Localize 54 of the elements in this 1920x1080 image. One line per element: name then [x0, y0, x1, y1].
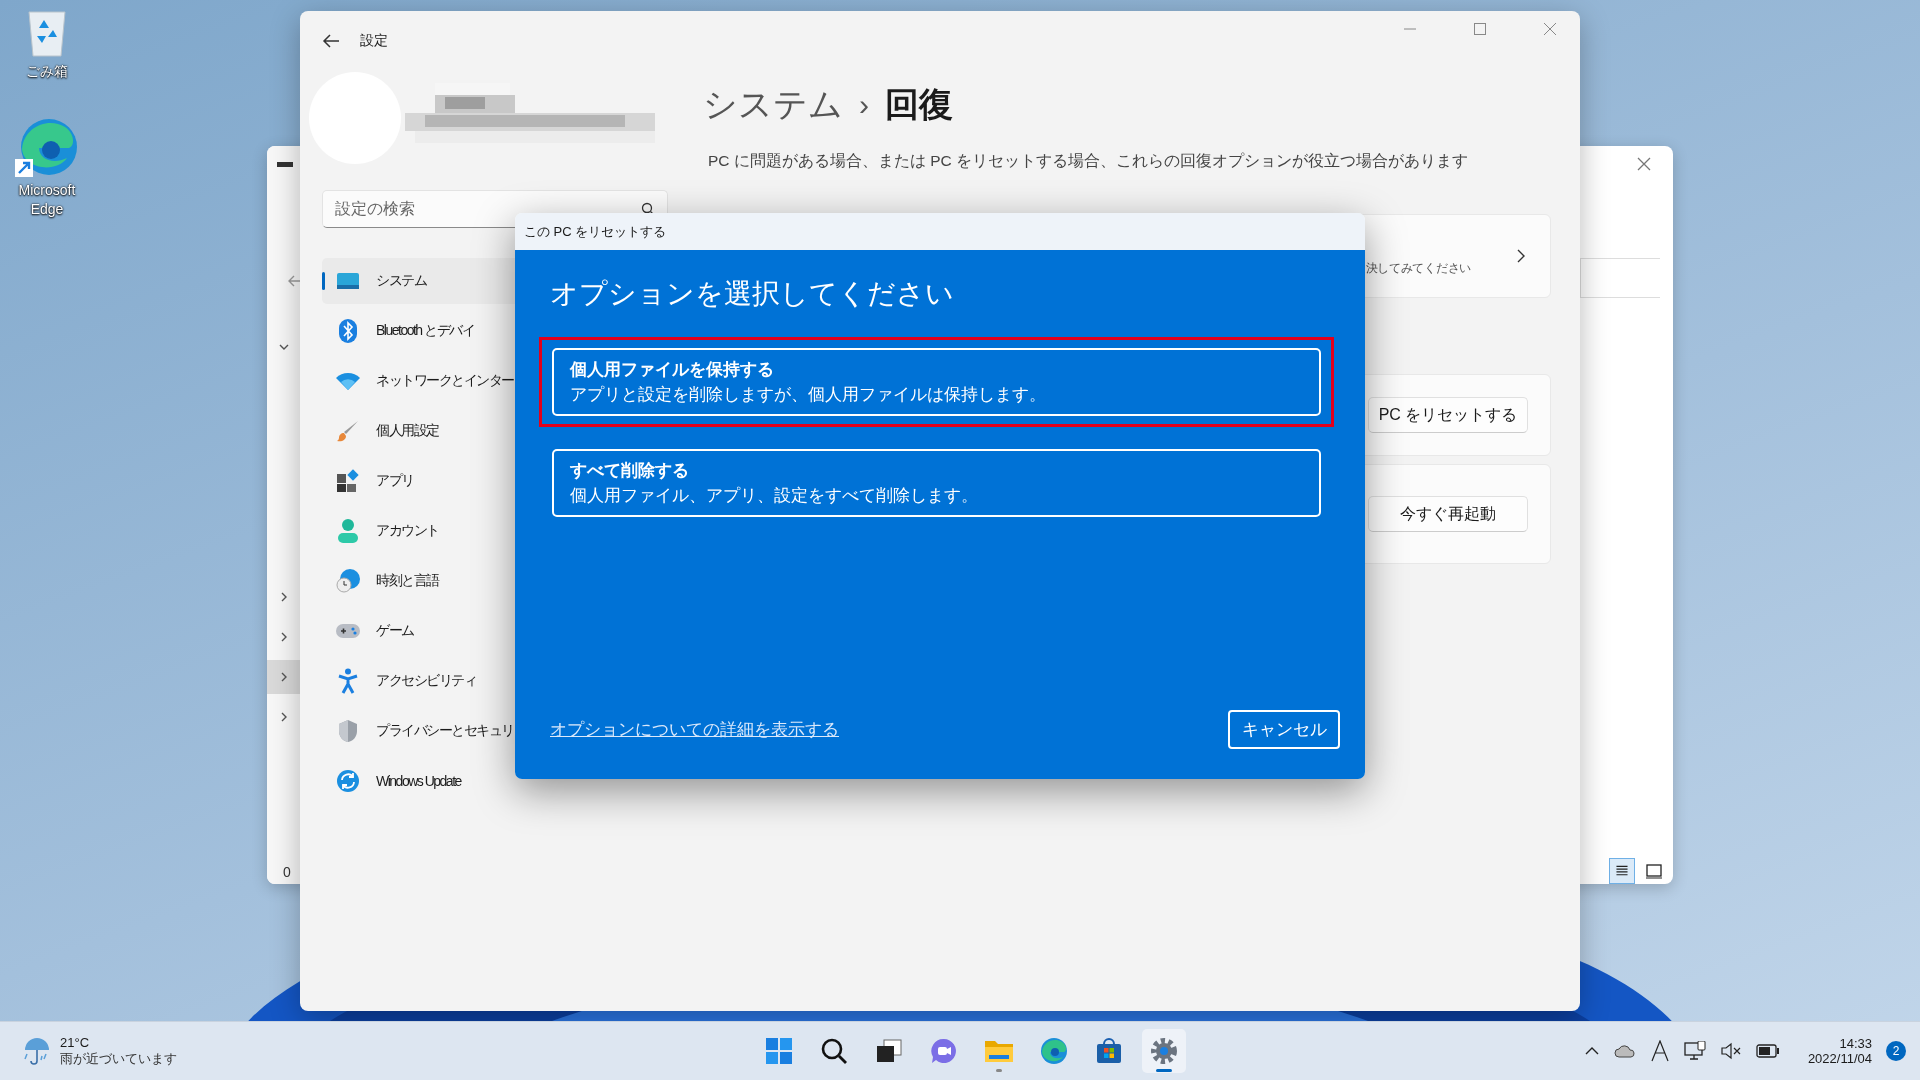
- apps-icon: [336, 469, 360, 493]
- temperature-text: 21°C: [60, 1034, 91, 1050]
- address-field[interactable]: [1580, 258, 1660, 298]
- back-arrow-icon[interactable]: [322, 33, 340, 49]
- option-title: 個人用ファイルを保持する: [570, 359, 775, 381]
- action-button[interactable]: 今すぐ再起動: [1368, 496, 1528, 532]
- paintbrush-icon: [336, 419, 360, 443]
- cancel-button[interactable]: キャンセル: [1228, 710, 1340, 749]
- pen-input-icon[interactable]: [1649, 1040, 1670, 1062]
- action-button[interactable]: PC をリセットする: [1368, 397, 1528, 433]
- chat-bubble-icon: [930, 1037, 958, 1065]
- search-icon: [820, 1037, 848, 1065]
- notification-badge[interactable]: 2: [1886, 1041, 1906, 1061]
- display-icon: [336, 272, 360, 290]
- option-button[interactable]: すべて削除する 個人用ファイル、アプリ、設定をすべて削除します。: [552, 449, 1321, 517]
- bluetooth-icon: [338, 319, 358, 343]
- umbrella-rain-icon[interactable]: [22, 1036, 52, 1066]
- gear-icon: [1150, 1037, 1178, 1065]
- option-title: すべて削除する: [570, 460, 690, 482]
- card-description: 決してみてください: [1365, 259, 1471, 277]
- shield-icon: [337, 719, 359, 743]
- task-view-icon: [875, 1037, 903, 1065]
- details-view-icon[interactable]: [1609, 858, 1635, 884]
- clock[interactable]: 14:33 2022/11/04: [1807, 1036, 1872, 1066]
- maximize-icon[interactable]: [1473, 22, 1487, 36]
- edge-shortcut-icon[interactable]: [15, 116, 79, 179]
- chevron-right-icon: [1516, 248, 1526, 264]
- store-bag-icon: [1095, 1037, 1123, 1065]
- cloud-icon[interactable]: [1613, 1043, 1636, 1059]
- person-icon: [337, 519, 359, 543]
- option-description: アプリと設定を削除しますが、個人用ファイルは保持します。: [570, 384, 1047, 406]
- monitor-icon[interactable]: [1683, 1041, 1706, 1061]
- battery-icon[interactable]: [1755, 1044, 1780, 1058]
- breadcrumb-separator: ›: [859, 88, 869, 122]
- sync-icon: [336, 769, 360, 793]
- edge-icon: [1040, 1037, 1068, 1065]
- option-description: 個人用ファイル、アプリ、設定をすべて削除します。: [570, 485, 979, 507]
- wifi-icon: [335, 371, 361, 391]
- forecast-text: 雨が近づいています: [60, 1049, 177, 1068]
- gamepad-icon: [335, 622, 361, 640]
- breadcrumb-link[interactable]: システム: [703, 82, 843, 128]
- page-title: 回復: [885, 84, 953, 125]
- close-icon[interactable]: [1636, 156, 1652, 172]
- page-description: PC に問題がある場合、または PC をリセットする場合、これらの回復オプションが役立つ場合があります: [708, 151, 1469, 171]
- speaker-muted-icon[interactable]: [1719, 1042, 1742, 1060]
- close-icon[interactable]: [1543, 22, 1557, 36]
- window-title: 設定: [360, 32, 388, 50]
- details-link[interactable]: オプションについての詳細を表示する: [550, 718, 839, 741]
- folder-icon: [984, 1038, 1014, 1064]
- accessibility-icon: [337, 668, 359, 694]
- globe-clock-icon: [336, 569, 360, 593]
- option-button[interactable]: 個人用ファイルを保持する アプリと設定を削除しますが、個人用ファイルは保持します。: [552, 348, 1321, 416]
- status-text: 0: [283, 864, 291, 880]
- windows-start-icon: [765, 1037, 793, 1065]
